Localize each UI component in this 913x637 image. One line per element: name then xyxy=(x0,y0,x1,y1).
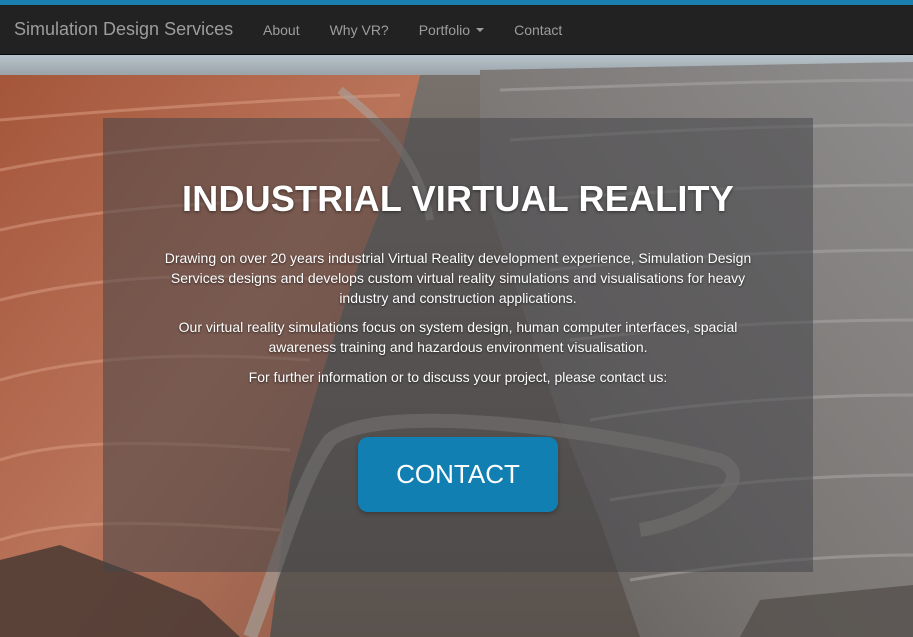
hero-paragraph-focus: Our virtual reality simulations focus on… xyxy=(178,319,738,355)
nav-item-label: Portfolio xyxy=(418,22,471,38)
nav-item-about[interactable]: About xyxy=(248,5,315,55)
contact-button[interactable]: CONTACT xyxy=(358,437,558,512)
hero-paragraph-contact-prompt: For further information or to discuss yo… xyxy=(248,369,668,385)
caret-down-icon xyxy=(476,28,485,32)
nav-item-portfolio-dropdown[interactable]: Portfolio xyxy=(404,5,499,55)
hero-paragraph-intro: Drawing on over 20 years industrial Virt… xyxy=(164,250,752,306)
brand-link[interactable]: Simulation Design Services xyxy=(14,19,233,40)
nav-item-contact[interactable]: Contact xyxy=(499,5,577,55)
nav-item-why-vr[interactable]: Why VR? xyxy=(315,5,404,55)
navbar: Simulation Design Services About Why VR?… xyxy=(0,5,913,55)
hero-panel: INDUSTRIAL VIRTUAL REALITY Drawing on ov… xyxy=(103,118,813,572)
nav-item-label: About xyxy=(263,22,300,38)
nav-item-label: Why VR? xyxy=(329,22,389,38)
nav-item-label: Contact xyxy=(514,22,563,38)
nav-menu: About Why VR? Portfolio Contact xyxy=(248,5,577,55)
page: Simulation Design Services About Why VR?… xyxy=(0,0,913,637)
hero-title: INDUSTRIAL VIRTUAL REALITY xyxy=(182,178,734,219)
